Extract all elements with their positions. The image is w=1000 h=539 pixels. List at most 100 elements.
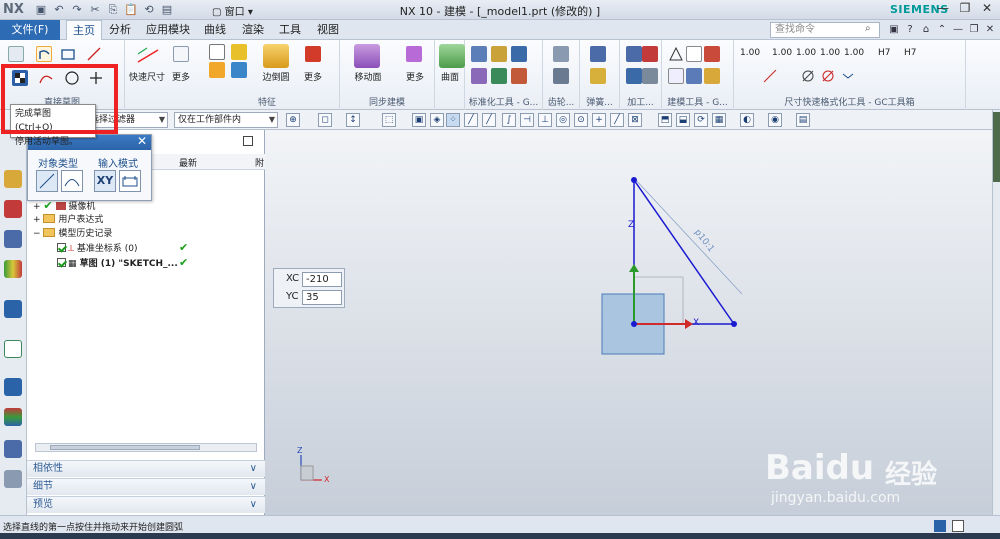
tree-item-camera[interactable]: + ✔ 摄像机 bbox=[33, 199, 95, 213]
perpendicular-snap-icon[interactable]: ⊥ bbox=[538, 113, 552, 127]
spring-icon-2[interactable] bbox=[590, 68, 606, 84]
app-logo[interactable]: NX bbox=[3, 2, 24, 17]
question-icon[interactable]: ? bbox=[903, 23, 917, 37]
tab-analysis[interactable]: 分析 bbox=[103, 20, 137, 40]
modeling-tool-icon-4[interactable] bbox=[668, 68, 684, 84]
machining-icon-3[interactable] bbox=[626, 68, 642, 84]
status-icon-1[interactable] bbox=[934, 520, 946, 532]
layer-icon[interactable]: ▤ bbox=[796, 113, 810, 127]
surface-icon[interactable] bbox=[439, 44, 465, 68]
tangent-snap-icon[interactable]: ╱ bbox=[610, 113, 624, 127]
midpoint-snap-icon[interactable]: ⊣ bbox=[520, 113, 534, 127]
line-type-button[interactable] bbox=[36, 170, 58, 192]
more-button-3[interactable]: 更多 bbox=[402, 70, 428, 83]
tab-render[interactable]: 渲染 bbox=[236, 20, 270, 40]
column-latest[interactable]: 最新 bbox=[179, 156, 197, 169]
tab-view[interactable]: 视图 bbox=[311, 20, 345, 40]
horizontal-scrollbar[interactable] bbox=[35, 443, 257, 452]
machining-icon-4[interactable] bbox=[642, 68, 658, 84]
status-icon-2[interactable] bbox=[952, 520, 964, 532]
dim-tool-label-7[interactable]: H7 bbox=[904, 48, 917, 58]
cross-snap-icon[interactable]: + bbox=[592, 113, 606, 127]
endpoint-snap-icon[interactable]: ∫ bbox=[502, 113, 516, 127]
parameter-mode-button[interactable] bbox=[119, 170, 141, 192]
std-tool-icon-6[interactable] bbox=[511, 68, 527, 84]
sync-more-icon[interactable] bbox=[406, 46, 422, 62]
collapse-ribbon-icon[interactable]: ⌃ bbox=[935, 23, 949, 37]
close-doc-icon[interactable]: ✕ bbox=[983, 23, 997, 37]
center-snap-icon[interactable]: ◎ bbox=[556, 113, 570, 127]
snap-icon-5[interactable]: ▣ bbox=[412, 113, 426, 127]
line-icon[interactable] bbox=[86, 46, 102, 62]
edge-blend-icon[interactable] bbox=[263, 44, 289, 68]
paste-icon[interactable]: 📋 bbox=[124, 3, 138, 17]
web-browser-icon[interactable] bbox=[4, 300, 22, 318]
tab-home[interactable]: 主页 bbox=[66, 20, 102, 41]
part-navigator-icon[interactable] bbox=[4, 170, 22, 188]
role-icon[interactable] bbox=[4, 440, 22, 458]
boolean-icon[interactable] bbox=[231, 44, 247, 60]
more-button-1[interactable]: 更多 bbox=[169, 70, 193, 83]
clock-icon[interactable] bbox=[4, 378, 22, 396]
gear-icon-2[interactable] bbox=[553, 68, 569, 84]
view-icon-2[interactable]: ⬓ bbox=[676, 113, 690, 127]
visibility-checkbox[interactable] bbox=[57, 243, 66, 252]
maximize-panel-icon[interactable] bbox=[243, 136, 253, 146]
profile-icon[interactable] bbox=[36, 46, 52, 62]
dim-tool-label-4[interactable]: 1.00 bbox=[820, 48, 840, 58]
move-face-label[interactable]: 移动面 bbox=[348, 70, 388, 83]
more-button-2[interactable]: 更多 bbox=[299, 70, 327, 83]
curve-snap-icon[interactable]: ╱ bbox=[482, 113, 496, 127]
diameter-icon-2[interactable] bbox=[820, 68, 836, 84]
dim-tool-label-1[interactable]: 1.00 bbox=[740, 48, 760, 58]
scrollbar-thumb[interactable] bbox=[50, 445, 200, 450]
extrude-icon[interactable] bbox=[209, 44, 225, 60]
constraint-icon[interactable] bbox=[173, 46, 189, 62]
intersection-snap-icon[interactable]: ⊠ bbox=[628, 113, 642, 127]
rectangle-icon[interactable] bbox=[60, 46, 76, 62]
modeling-tool-icon-6[interactable] bbox=[704, 68, 720, 84]
view-icon-1[interactable]: ⬒ bbox=[658, 113, 672, 127]
snap-icon-2[interactable]: ◻ bbox=[318, 113, 332, 127]
save-icon[interactable]: ▣ bbox=[34, 3, 48, 17]
machining-icon-2[interactable] bbox=[642, 46, 658, 62]
std-tool-icon-1[interactable] bbox=[471, 46, 487, 62]
feature-more-icon[interactable] bbox=[305, 46, 321, 62]
triangle-icon[interactable] bbox=[668, 46, 684, 62]
close-icon[interactable]: ✕ bbox=[137, 134, 147, 148]
render-style-icon[interactable]: ◐ bbox=[740, 113, 754, 127]
quadrant-snap-icon[interactable]: ⊙ bbox=[574, 113, 588, 127]
section-details[interactable]: 细节 ∨ bbox=[27, 478, 265, 495]
scrollbar-thumb[interactable] bbox=[993, 112, 1000, 182]
restore-doc-icon[interactable]: ❐ bbox=[967, 23, 981, 37]
minimize-button[interactable]: — bbox=[932, 1, 954, 15]
snap-icon-1[interactable]: ⊕ bbox=[286, 113, 300, 127]
xy-mode-button[interactable]: XY bbox=[94, 170, 116, 192]
copy-icon[interactable]: ⎘ bbox=[106, 3, 120, 17]
reuse-library-icon[interactable] bbox=[4, 260, 22, 278]
snap-icon-7[interactable]: ⁘ bbox=[446, 113, 460, 127]
section-dependencies[interactable]: 相依性 ∨ bbox=[27, 460, 265, 477]
arc-icon[interactable] bbox=[38, 70, 54, 86]
modeling-tool-icon-5[interactable] bbox=[686, 68, 702, 84]
dim-tool-label-2[interactable]: 1.00 bbox=[772, 48, 792, 58]
quick-dimension-icon[interactable] bbox=[135, 44, 161, 68]
machining-icon-1[interactable] bbox=[626, 46, 642, 62]
constraint-navigator-icon[interactable] bbox=[4, 230, 22, 248]
modeling-tool-icon-2[interactable] bbox=[686, 46, 702, 62]
view-icon-4[interactable]: ▦ bbox=[712, 113, 726, 127]
file-tab[interactable]: 文件(F) bbox=[0, 20, 60, 40]
tab-tools[interactable]: 工具 bbox=[273, 20, 307, 40]
palette-icon[interactable] bbox=[4, 408, 22, 426]
dim-tool-label-6[interactable]: H7 bbox=[878, 48, 891, 58]
redo-icon[interactable]: ↷ bbox=[70, 3, 84, 17]
snap-icon-4[interactable]: ⬚ bbox=[382, 113, 396, 127]
snap-icon-6[interactable]: ◈ bbox=[430, 113, 444, 127]
selection-scope-dropdown[interactable]: 仅在工作部件内 ▼ bbox=[174, 112, 278, 128]
reset-icon[interactable] bbox=[840, 68, 856, 84]
minimize-doc-icon[interactable]: — bbox=[951, 23, 965, 37]
selection-filter-dropdown[interactable]: 选择过滤器 ▼ bbox=[86, 112, 168, 128]
dim-tool-icon-1[interactable] bbox=[762, 68, 778, 84]
system-scene-icon[interactable] bbox=[4, 470, 22, 488]
visibility-checkbox[interactable] bbox=[57, 258, 66, 267]
